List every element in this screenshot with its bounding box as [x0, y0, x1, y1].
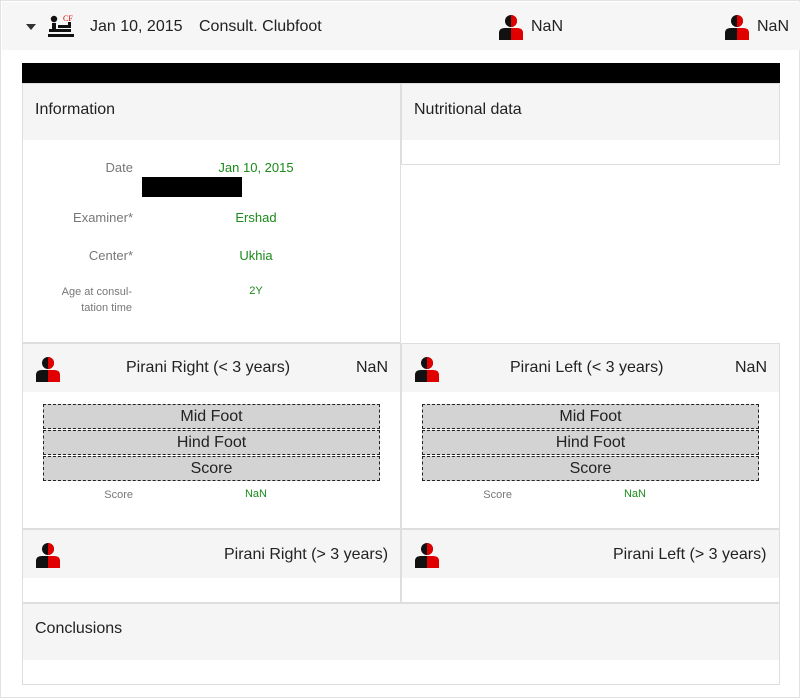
person-half-red-icon — [725, 15, 749, 40]
conclusions-panel-header: Conclusions — [23, 604, 779, 660]
pirani-left-gt3-header: Pirani Left (> 3 years) — [402, 530, 779, 578]
pirani-right-gt3-panel: Pirani Right (> 3 years) — [22, 529, 401, 603]
center-label: Center* — [88, 248, 133, 263]
consultation-header[interactable]: CF Jan 10, 2015 Consult. Clubfoot NaN Na… — [2, 2, 800, 50]
consultation-card: CF Jan 10, 2015 Consult. Clubfoot NaN Na… — [0, 0, 800, 698]
date-label: Date — [105, 160, 133, 175]
pirani-right-lt3-header: Pirani Right (< 3 years) NaN — [23, 344, 400, 392]
information-panel-header: Information — [23, 84, 400, 140]
age-label-line1: Age at consul- — [61, 286, 132, 298]
redacted-field — [142, 177, 242, 197]
hind-foot-row[interactable]: Hind Foot — [43, 430, 380, 455]
person-half-red-icon — [36, 357, 60, 382]
pirani-right-lt3-title: Pirani Right (< 3 years) — [126, 359, 291, 376]
examiner-value[interactable]: Ershad — [191, 210, 321, 225]
mid-foot-row[interactable]: Mid Foot — [43, 404, 380, 429]
pirani-right-lt3-panel: Pirani Right (< 3 years) NaN Mid Foot Hi… — [22, 343, 401, 529]
age-value[interactable]: 2Y — [191, 285, 321, 297]
pirani-right-gt3-title: Pirani Right (> 3 years) — [224, 546, 389, 563]
clubfoot-consult-icon: CF — [48, 14, 74, 37]
pirani-right-lt3-value: NaN — [356, 359, 389, 376]
score-label: Score — [483, 489, 512, 501]
consultation-date: Jan 10, 2015 — [90, 18, 183, 35]
score-row[interactable]: Score — [422, 456, 759, 481]
examiner-label: Examiner* — [73, 210, 133, 225]
nutritional-panel: Nutritional data — [401, 83, 780, 165]
score-label: Score — [104, 489, 133, 501]
nutritional-panel-header: Nutritional data — [402, 84, 779, 140]
pirani-left-lt3-value: NaN — [735, 359, 768, 376]
center-value[interactable]: Ukhia — [191, 248, 321, 263]
person-half-red-icon — [415, 543, 439, 568]
pirani-left-lt3-header: Pirani Left (< 3 years) NaN — [402, 344, 779, 392]
age-label-line2: tation time — [81, 302, 132, 314]
person-half-red-icon — [415, 357, 439, 382]
score-row[interactable]: Score — [43, 456, 380, 481]
cf-badge: CF — [63, 14, 73, 23]
pirani-right-gt3-header: Pirani Right (> 3 years) — [23, 530, 400, 578]
mid-foot-row[interactable]: Mid Foot — [422, 404, 759, 429]
date-value[interactable]: Jan 10, 2015 — [191, 160, 321, 175]
consultation-title: Consult. Clubfoot — [199, 18, 322, 35]
information-panel: Information Date Jan 10, 2015 Examiner* … — [22, 83, 401, 343]
pirani-left-gt3-panel: Pirani Left (> 3 years) — [401, 529, 780, 603]
pirani-left-lt3-title: Pirani Left (< 3 years) — [510, 359, 664, 376]
conclusions-panel: Conclusions — [22, 603, 780, 685]
nutritional-title: Nutritional data — [414, 101, 522, 118]
pirani-left-lt3-panel: Pirani Left (< 3 years) NaN Mid Foot Hin… — [401, 343, 780, 529]
caret-down-icon[interactable] — [26, 24, 36, 30]
pirani-left-gt3-title: Pirani Left (> 3 years) — [613, 546, 767, 563]
conclusions-title: Conclusions — [35, 620, 123, 637]
hind-foot-row[interactable]: Hind Foot — [422, 430, 759, 455]
redacted-bar — [22, 63, 780, 83]
person-half-red-icon — [36, 543, 60, 568]
score-value: NaN — [244, 488, 267, 500]
header-value-1: NaN — [531, 18, 564, 35]
header-value-2: NaN — [757, 18, 790, 35]
information-title: Information — [35, 101, 116, 118]
person-half-red-icon — [499, 15, 523, 40]
score-value: NaN — [623, 488, 646, 500]
